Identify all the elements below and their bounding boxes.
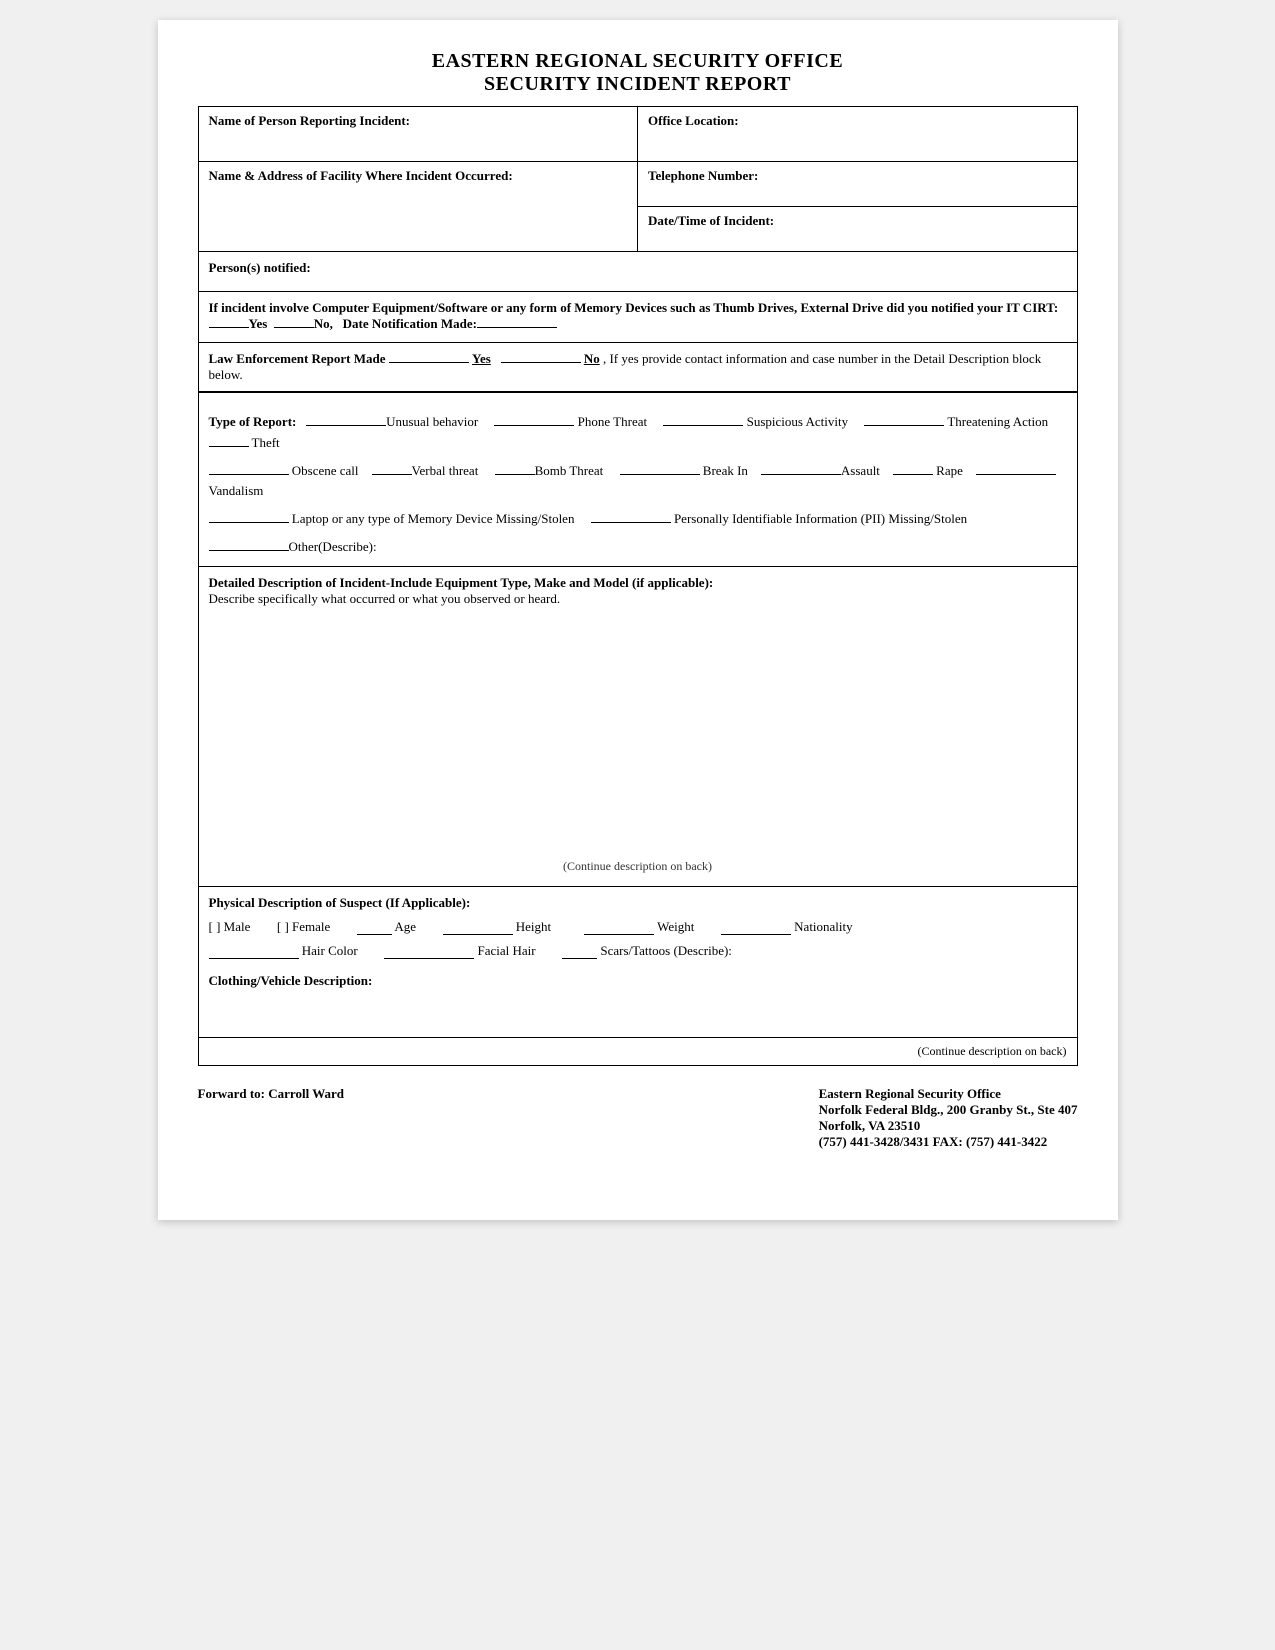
- it-notice-text: If incident involve Computer Equipment/S…: [209, 300, 1067, 332]
- scars-field: Scars/Tattoos (Describe):: [556, 943, 732, 959]
- facility-cell: Name & Address of Facility Where Inciden…: [198, 162, 638, 252]
- telephone-cell: Telephone Number:: [638, 162, 1078, 207]
- law-enforcement-section: Law Enforcement Report Made Yes No , If …: [198, 343, 1078, 392]
- description-sub: Describe specifically what occurred or w…: [209, 591, 561, 606]
- datetime-label: Date/Time of Incident:: [648, 213, 774, 228]
- physical-header: Physical Description of Suspect (If Appl…: [209, 895, 1067, 911]
- datetime-cell: Date/Time of Incident:: [638, 207, 1078, 252]
- facial-hair-field: Facial Hair: [378, 943, 536, 959]
- physical-row-2: Hair Color Facial Hair Scars/Tattoos (De…: [209, 943, 1067, 967]
- height-field: Height: [436, 919, 551, 935]
- type-label: Type of Report:: [209, 414, 297, 429]
- law-report-label: Law Enforcement Report Made: [209, 351, 386, 366]
- forward-to: Forward to: Carroll Ward: [198, 1086, 344, 1101]
- physical-row-1: [ ] Male [ ] Female Age Height Weight Na…: [209, 911, 1067, 943]
- persons-notified-label: Person(s) notified:: [209, 260, 311, 275]
- footer-org: Eastern Regional Security Office: [819, 1086, 1078, 1102]
- type-row-4: Other(Describe):: [209, 537, 1067, 558]
- age-field: Age: [350, 919, 416, 935]
- top-table: Name of Person Reporting Incident: Offic…: [198, 106, 1078, 252]
- footer-addr2: Norfolk, VA 23510: [819, 1118, 1078, 1134]
- persons-notified-section: Person(s) notified:: [198, 252, 1078, 292]
- continue-back: (Continue description on back): [198, 1038, 1078, 1066]
- description-section: Detailed Description of Incident-Include…: [198, 567, 1078, 887]
- type-row-3: Laptop or any type of Memory Device Miss…: [209, 509, 1067, 530]
- office-location-cell: Office Location:: [638, 107, 1078, 162]
- physical-label: Physical Description of Suspect (If Appl…: [209, 895, 471, 910]
- name-reporting-label: Name of Person Reporting Incident:: [209, 113, 410, 128]
- title-block: EASTERN REGIONAL SECURITY OFFICE SECURIT…: [198, 50, 1078, 96]
- nationality-field: Nationality: [714, 919, 852, 935]
- clothing-label: Clothing/Vehicle Description:: [209, 973, 373, 988]
- telephone-label: Telephone Number:: [648, 168, 758, 183]
- continue-description: (Continue description on back): [199, 855, 1077, 878]
- footer: Forward to: Carroll Ward Eastern Regiona…: [198, 1086, 1078, 1150]
- title-line2: SECURITY INCIDENT REPORT: [198, 73, 1078, 96]
- clothing-row: Clothing/Vehicle Description:: [209, 967, 1067, 1029]
- footer-right: Eastern Regional Security Office Norfolk…: [819, 1086, 1078, 1150]
- footer-left: Forward to: Carroll Ward: [198, 1086, 344, 1150]
- name-reporting-cell: Name of Person Reporting Incident:: [198, 107, 638, 162]
- footer-addr1: Norfolk Federal Bldg., 200 Granby St., S…: [819, 1102, 1078, 1118]
- type-report-section: Type of Report: Unusual behavior Phone T…: [198, 404, 1078, 567]
- description-header: Detailed Description of Incident-Include…: [209, 575, 1067, 607]
- male-checkbox: [ ] Male: [209, 919, 251, 935]
- type-row-2: Obscene call Verbal threat Bomb Threat B…: [209, 461, 1067, 503]
- title-line1: EASTERN REGIONAL SECURITY OFFICE: [198, 50, 1078, 73]
- law-yes: Yes: [472, 351, 491, 366]
- it-cirt-section: If incident involve Computer Equipment/S…: [198, 292, 1078, 343]
- footer-phone: (757) 441-3428/3431 FAX: (757) 441-3422: [819, 1134, 1078, 1150]
- physical-section: Physical Description of Suspect (If Appl…: [198, 887, 1078, 1038]
- page: EASTERN REGIONAL SECURITY OFFICE SECURIT…: [158, 20, 1118, 1220]
- female-checkbox: [ ] Female: [270, 919, 330, 935]
- office-location-label: Office Location:: [648, 113, 739, 128]
- description-label: Detailed Description of Incident-Include…: [209, 575, 714, 590]
- weight-field: Weight: [571, 919, 694, 935]
- hair-color-field: Hair Color: [209, 943, 358, 959]
- law-no: No: [584, 351, 600, 366]
- type-row-1: Type of Report: Unusual behavior Phone T…: [209, 412, 1067, 454]
- facility-label: Name & Address of Facility Where Inciden…: [209, 168, 513, 183]
